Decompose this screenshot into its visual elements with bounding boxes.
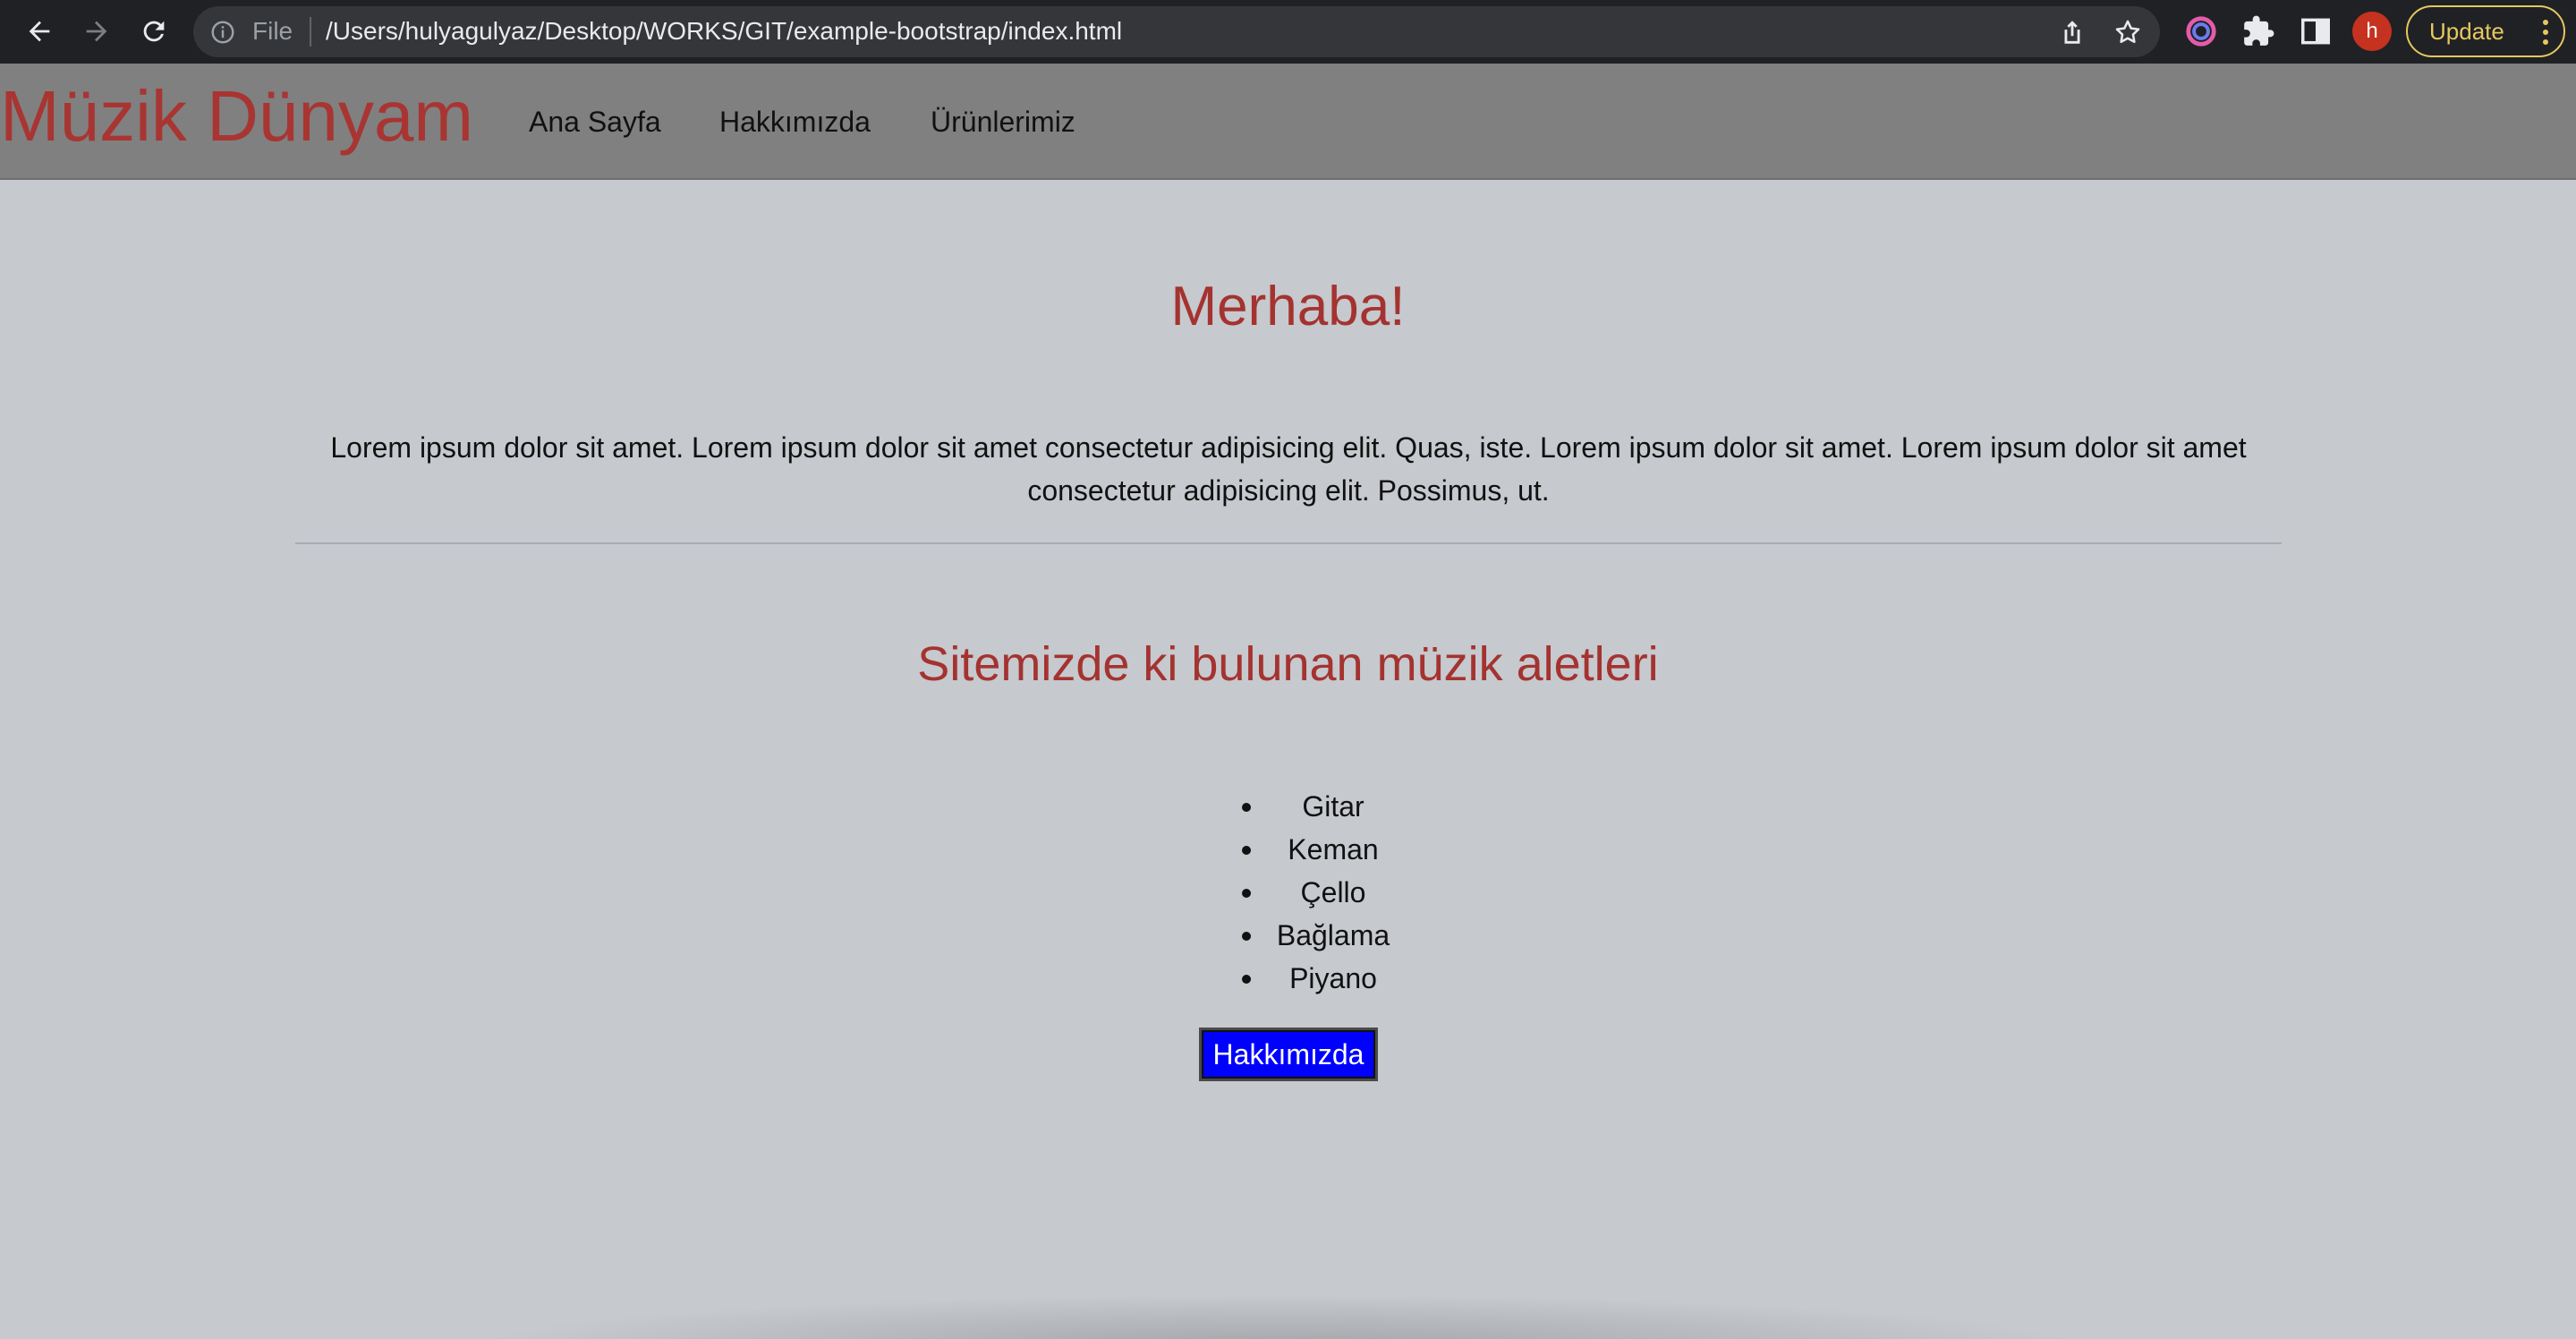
- nav-link-urunlerimiz[interactable]: Ürünlerimiz: [931, 104, 1075, 140]
- intro-paragraph: Lorem ipsum dolor sit amet. Lorem ipsum …: [330, 431, 2247, 507]
- about-button[interactable]: Hakkımızda: [1199, 1028, 1378, 1081]
- scheme-label: File: [252, 17, 293, 45]
- reload-button[interactable]: [133, 11, 174, 52]
- instrument-name: Çello: [1300, 876, 1366, 908]
- site-navbar: Müzik Dünyam Ana Sayfa Hakkımızda Ürünle…: [0, 64, 2576, 180]
- list-item: Bağlama: [1235, 914, 1432, 957]
- forward-button[interactable]: [76, 11, 117, 52]
- bullet-icon: [1242, 975, 1251, 984]
- instruments-title: Sitemizde ki bulunan müzik aletleri: [917, 637, 1659, 691]
- profile-avatar[interactable]: h: [2352, 12, 2392, 51]
- list-item: Piyano: [1235, 957, 1432, 1000]
- brand-logo[interactable]: Müzik Dünyam: [0, 67, 473, 166]
- star-icon[interactable]: [2113, 17, 2143, 47]
- browser-toolbar: File /Users/hulyagulyaz/Desktop/WORKS/GI…: [0, 0, 2576, 64]
- instrument-name: Piyano: [1289, 962, 1377, 994]
- list-item: Keman: [1235, 828, 1432, 871]
- side-panel-icon[interactable]: [2299, 14, 2333, 48]
- share-icon[interactable]: [2057, 17, 2087, 47]
- nav-link-ana-sayfa[interactable]: Ana Sayfa: [529, 104, 661, 140]
- instrument-name: Keman: [1288, 833, 1379, 866]
- hero-title: Merhaba!: [1170, 276, 1406, 337]
- bullet-icon: [1242, 889, 1251, 898]
- back-icon: [29, 21, 50, 42]
- update-label: Update: [2429, 17, 2504, 45]
- list-item: Gitar: [1235, 785, 1432, 828]
- bullet-icon: [1242, 932, 1251, 941]
- forward-icon: [86, 21, 107, 42]
- more-vert-icon: [2543, 20, 2548, 45]
- reload-icon: [143, 21, 165, 42]
- bullet-icon: [1242, 846, 1251, 855]
- puzzle-icon[interactable]: [2241, 14, 2275, 48]
- bullet-icon: [1242, 803, 1251, 812]
- instrument-name: Gitar: [1302, 790, 1365, 823]
- back-button[interactable]: [19, 11, 60, 52]
- bottom-shadow: [465, 1294, 2094, 1339]
- address-bar[interactable]: File /Users/hulyagulyaz/Desktop/WORKS/GI…: [193, 6, 2160, 57]
- instrument-name: Bağlama: [1276, 919, 1390, 951]
- extension-color-icon[interactable]: [2184, 14, 2218, 48]
- nav-link-hakkimizda[interactable]: Hakkımızda: [719, 104, 871, 140]
- info-icon[interactable]: [209, 19, 236, 46]
- omnibox-divider: [310, 17, 311, 47]
- instrument-list: Gitar Keman Çello Bağlama Piyano: [1235, 785, 1432, 1000]
- update-button[interactable]: Update: [2406, 5, 2565, 57]
- section-divider: [295, 542, 2282, 544]
- page-viewport: Müzik Dünyam Ana Sayfa Hakkımızda Ürünle…: [0, 64, 2576, 1339]
- list-item: Çello: [1235, 871, 1432, 914]
- url-text[interactable]: /Users/hulyagulyaz/Desktop/WORKS/GIT/exa…: [326, 18, 1122, 45]
